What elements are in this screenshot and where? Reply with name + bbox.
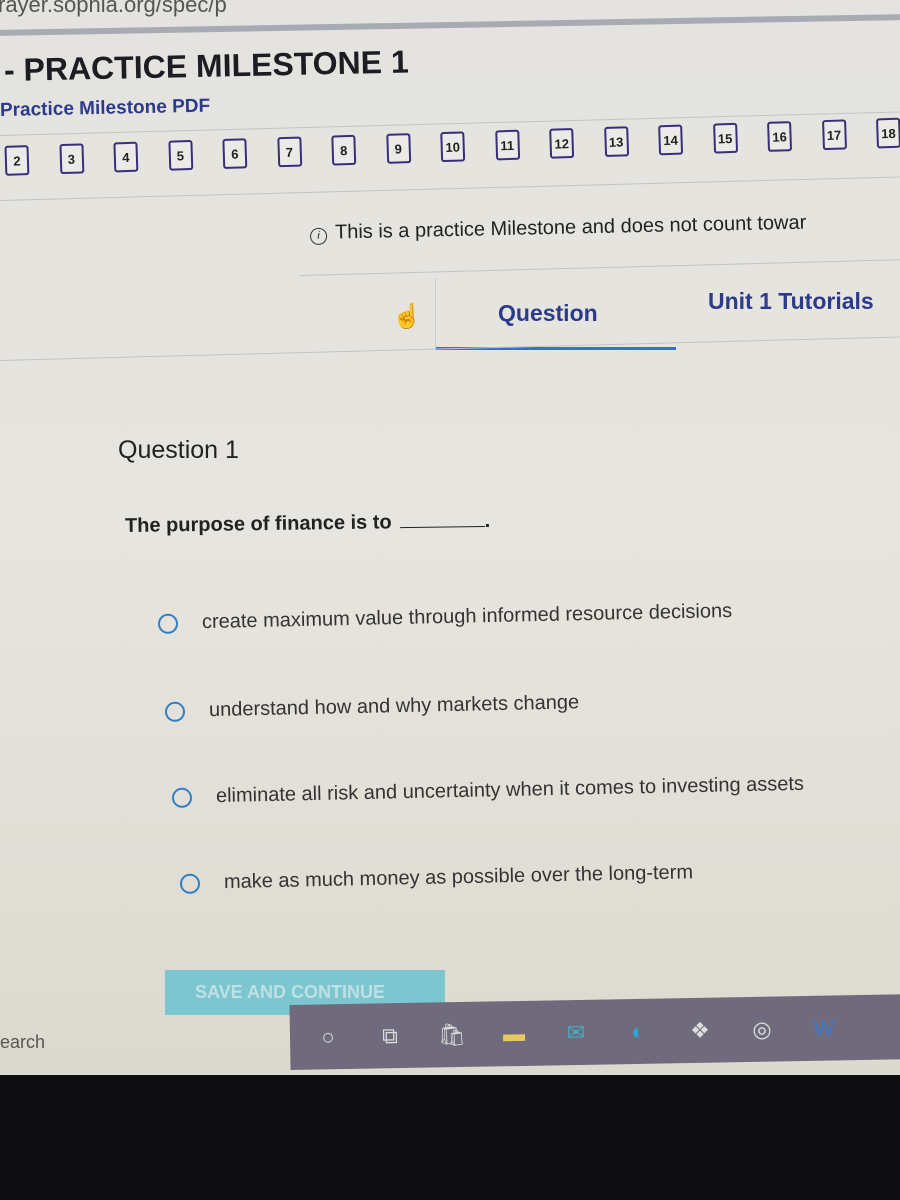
question-number-18[interactable]: 18 [876,117,900,149]
answer-blank [399,525,485,529]
page-title: - PRACTICE MILESTONE 1 [3,43,410,88]
divider [299,259,900,276]
option-1[interactable]: create maximum value through informed re… [157,599,733,635]
mail-icon[interactable]: ✉ [552,1012,601,1053]
question-number-7[interactable]: 7 [276,136,302,168]
option-3[interactable]: eliminate all risk and uncertainty when … [171,772,805,809]
option-label: create maximum value through informed re… [201,599,733,634]
option-4[interactable]: make as much money as possible over the … [179,861,694,895]
question-nav: 2 3 4 5 6 7 8 9 10 11 12 13 14 15 16 17 18 [0,109,900,188]
app-icon[interactable]: ◎ [738,1009,787,1050]
question-number-4[interactable]: 4 [113,141,139,173]
file-explorer-icon[interactable]: ▬ [490,1013,539,1054]
question-number-14[interactable]: 14 [658,124,684,156]
screen: rayer.sophia.org/spec/p - PRACTICE MILES… [0,0,900,1075]
radio-button[interactable] [179,873,201,894]
question-number-16[interactable]: 16 [767,121,793,152]
option-label: make as much money as possible over the … [223,861,694,894]
question-number-5[interactable]: 5 [167,139,193,171]
question-number-10[interactable]: 10 [440,131,466,163]
taskbar: ○ ⧉ 🛍 ▬ ✉ ◐ ❖ ◎ W [289,994,900,1070]
radio-button[interactable] [164,701,186,722]
option-label: understand how and why markets change [208,691,580,722]
question-number-15[interactable]: 15 [712,122,738,154]
word-icon[interactable]: W [800,1008,849,1049]
task-view-icon[interactable]: ⧉ [366,1015,415,1056]
store-icon[interactable]: 🛍 [428,1014,477,1055]
pdf-link[interactable]: Practice Milestone PDF [0,96,210,122]
question-number-8[interactable]: 8 [331,134,357,166]
info-text: This is a practice Milestone and does no… [334,211,807,244]
question-number-3[interactable]: 3 [58,143,84,175]
option-label: eliminate all risk and uncertainty when … [215,772,805,808]
taskbar-search[interactable]: earch [0,1032,45,1053]
question-number-6[interactable]: 6 [222,138,248,169]
question-heading: Question 1 [118,436,239,464]
info-banner: i This is a practice Milestone and does n… [309,211,807,245]
option-2[interactable]: understand how and why markets change [164,691,580,723]
question-number-11[interactable]: 11 [494,129,520,161]
tab-question[interactable]: Question [435,278,676,350]
tab-unit-1-tutorials[interactable]: Unit 1 Tutorials [708,288,874,315]
radio-button[interactable] [171,787,193,808]
question-prompt: The purpose of finance is to. [125,510,491,538]
cortana-icon[interactable]: ○ [304,1016,353,1057]
hand-cursor-icon: ☝ [392,303,422,330]
question-number-2[interactable]: 2 [4,145,30,176]
prompt-text: The purpose of finance is to [124,511,392,537]
question-number-9[interactable]: 9 [385,133,411,164]
question-number-13[interactable]: 13 [603,126,629,158]
prompt-suffix: . [484,509,491,532]
radio-button[interactable] [157,613,179,634]
dropbox-icon[interactable]: ❖ [676,1010,725,1051]
address-bar-url[interactable]: rayer.sophia.org/spec/p [0,0,227,18]
tab-label: Question [498,300,598,326]
question-number-17[interactable]: 17 [821,119,847,151]
info-icon: i [309,227,328,245]
edge-icon[interactable]: ◐ [614,1011,663,1052]
question-number-12[interactable]: 12 [549,127,575,159]
